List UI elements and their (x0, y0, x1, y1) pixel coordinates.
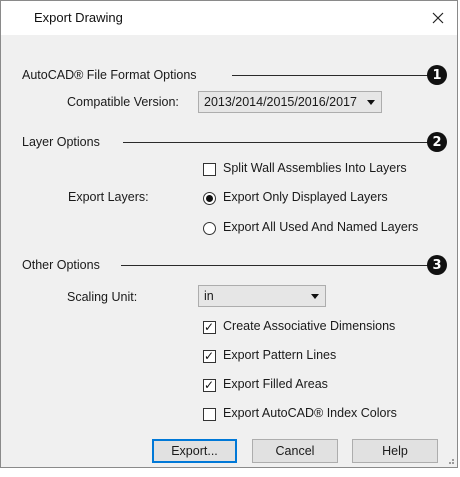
create-associative-dimensions-label[interactable]: Create Associative Dimensions (223, 319, 395, 333)
dialog-title: Export Drawing (34, 10, 123, 25)
export-pattern-lines-label[interactable]: Export Pattern Lines (223, 348, 336, 362)
close-button[interactable] (419, 1, 457, 35)
scaling-unit-value: in (204, 289, 214, 303)
export-layers-label: Export Layers: (68, 190, 149, 204)
create-associative-dimensions-checkbox[interactable]: ✓ (203, 320, 216, 334)
autocad-group-line (232, 75, 432, 76)
checkmark-icon: ✓ (204, 320, 215, 334)
radio-all-layers-label[interactable]: Export All Used And Named Layers (223, 220, 418, 234)
autocad-group-label: AutoCAD® File Format Options (22, 68, 197, 82)
compatible-version-label: Compatible Version: (67, 95, 179, 109)
radio-selected-dot (206, 195, 213, 202)
checkmark-icon: ✓ (204, 349, 215, 363)
export-filled-areas-checkbox[interactable]: ✓ (203, 378, 216, 392)
export-drawing-dialog: Export Drawing AutoCAD® File Format Opti… (0, 0, 458, 468)
radio-displayed-layers-label[interactable]: Export Only Displayed Layers (223, 190, 388, 204)
help-button[interactable]: Help (352, 439, 438, 463)
other-group-line (121, 265, 432, 266)
cancel-button[interactable]: Cancel (252, 439, 338, 463)
layer-group-label: Layer Options (22, 135, 100, 149)
export-index-colors-label[interactable]: Export AutoCAD® Index Colors (223, 406, 397, 420)
layer-group-line (123, 142, 432, 143)
callout-2: 2 (427, 132, 447, 152)
export-button[interactable]: Export... (152, 439, 237, 463)
other-group-label: Other Options (22, 258, 100, 272)
export-pattern-lines-checkbox[interactable]: ✓ (203, 349, 216, 363)
radio-all-layers[interactable] (203, 222, 216, 235)
callout-1: 1 (427, 65, 447, 85)
radio-displayed-layers[interactable] (203, 192, 216, 205)
title-bar: Export Drawing (1, 1, 457, 35)
resize-grip-icon[interactable] (445, 455, 455, 465)
callout-3: 3 (427, 255, 447, 275)
split-wall-label[interactable]: Split Wall Assemblies Into Layers (223, 161, 407, 175)
compatible-version-select[interactable]: 2013/2014/2015/2016/2017 (198, 91, 382, 113)
export-index-colors-checkbox[interactable] (203, 408, 216, 421)
scaling-unit-select[interactable]: in (198, 285, 326, 307)
checkmark-icon: ✓ (204, 378, 215, 392)
scaling-unit-label: Scaling Unit: (67, 290, 138, 304)
compatible-version-value: 2013/2014/2015/2016/2017 (204, 95, 357, 109)
export-filled-areas-label[interactable]: Export Filled Areas (223, 377, 328, 391)
close-icon[interactable] (432, 12, 444, 24)
chevron-down-icon (367, 100, 375, 105)
chevron-down-icon (311, 294, 319, 299)
split-wall-checkbox[interactable] (203, 163, 216, 176)
